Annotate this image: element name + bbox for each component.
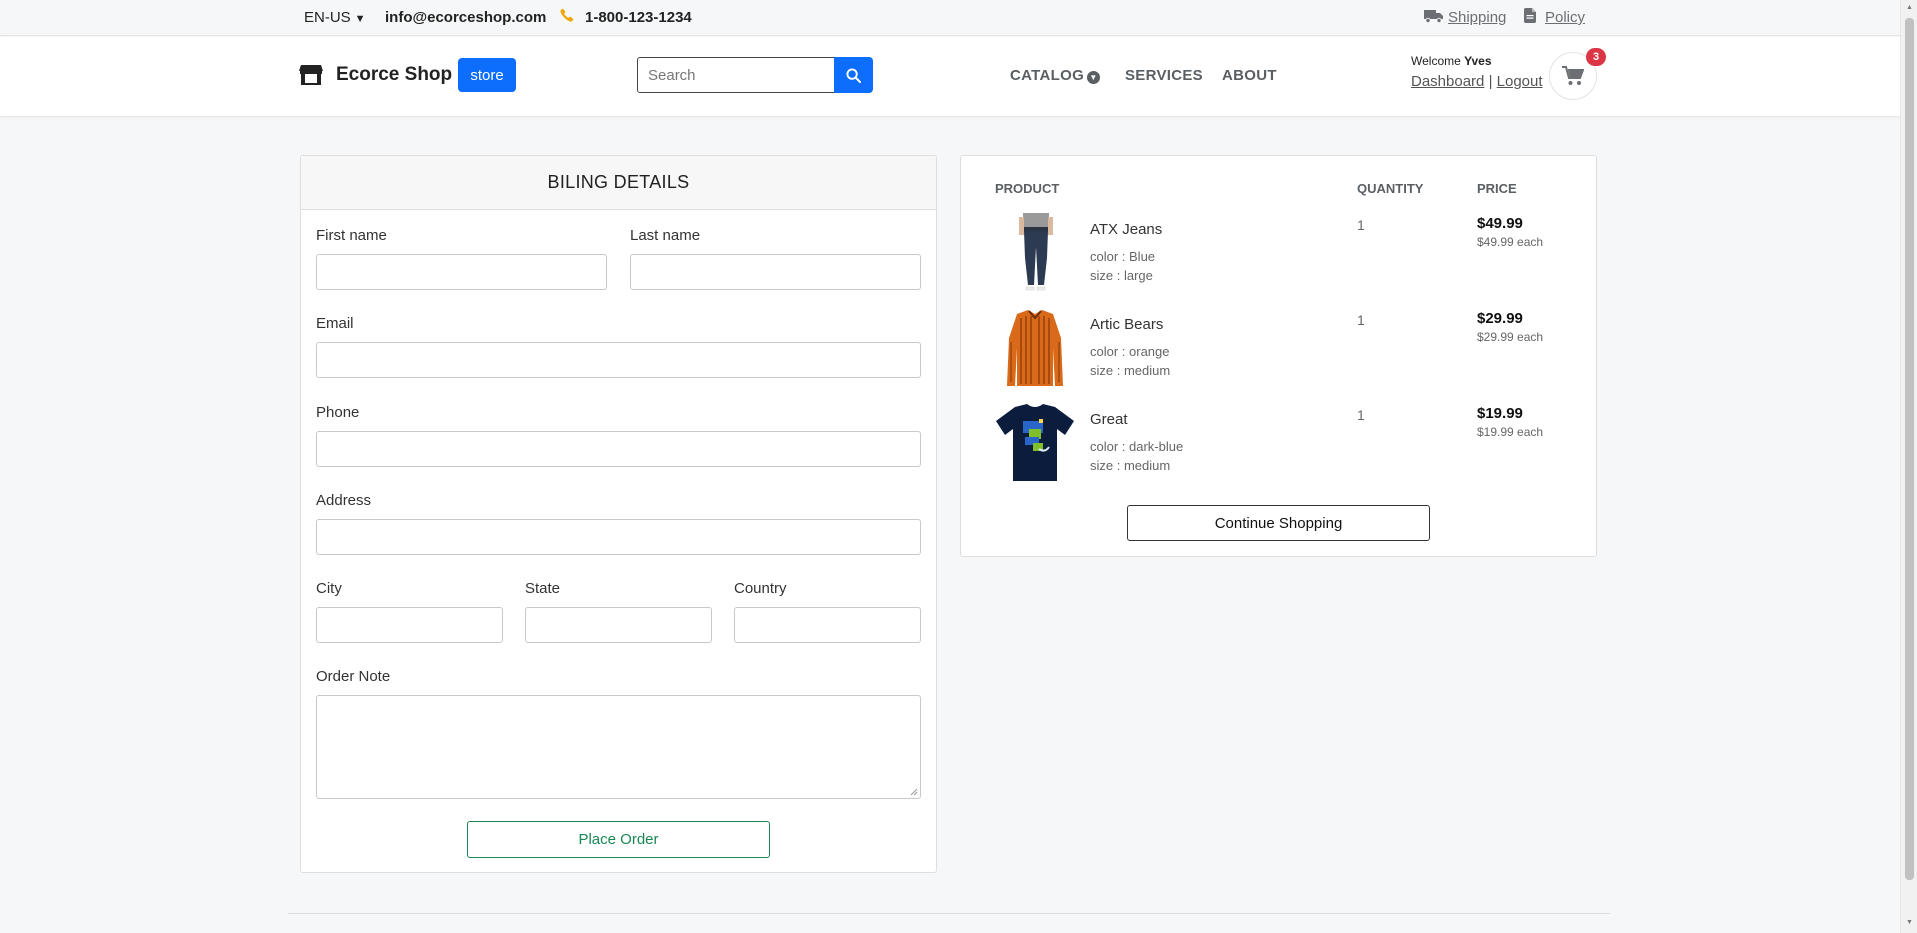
phone-label: Phone	[316, 404, 360, 421]
last-name-label: Last name	[630, 227, 701, 244]
product-image-orange-shirt[interactable]	[995, 308, 1075, 388]
user-links: Dashboard | Logout	[1411, 73, 1543, 90]
product-unit-price: $19.99 each	[1477, 425, 1544, 439]
last-name-input[interactable]	[630, 254, 921, 290]
country-input[interactable]	[734, 607, 921, 643]
state-label: State	[525, 580, 561, 597]
order-summary-card: PRODUCT QUANTITY PRICE ATX Jeans color :…	[960, 155, 1597, 557]
cart-item: Great color : dark-blue size : medium 1 …	[995, 403, 1575, 493]
product-name[interactable]: ATX Jeans	[1090, 221, 1162, 238]
resize-handle-icon[interactable]	[910, 788, 918, 796]
scrollbar-thumb[interactable]	[1905, 18, 1914, 880]
product-column-header: PRODUCT	[995, 181, 1060, 196]
product-quantity: 1	[1357, 312, 1365, 328]
welcome-text: Welcome Yves	[1411, 54, 1492, 68]
price-column-header: PRICE	[1477, 181, 1517, 196]
product-price: $19.99	[1477, 405, 1523, 422]
welcome-prefix: Welcome	[1411, 54, 1461, 68]
shipping-link[interactable]: Shipping	[1448, 9, 1506, 26]
policy-link[interactable]: Policy	[1545, 9, 1585, 26]
brand-name[interactable]: Ecorce Shop	[336, 64, 452, 86]
top-bar: EN-US ▼ info@ecorceshop.com 1-800-123-123…	[0, 0, 1900, 36]
product-image-jeans[interactable]	[995, 213, 1075, 293]
product-size: size : large	[1090, 268, 1153, 283]
product-name[interactable]: Great	[1090, 411, 1128, 428]
nav-catalog[interactable]: CATALOG ▼	[1010, 67, 1101, 84]
contact-email: info@ecorceshop.com	[385, 9, 547, 26]
product-quantity: 1	[1357, 217, 1365, 233]
scroll-up-arrow-icon[interactable]: ▲	[1905, 4, 1914, 14]
product-unit-price: $29.99 each	[1477, 330, 1544, 344]
store-button[interactable]: store	[458, 58, 516, 92]
logout-link[interactable]: Logout	[1497, 73, 1543, 90]
city-label: City	[316, 580, 342, 597]
city-input[interactable]	[316, 607, 503, 643]
first-name-label: First name	[316, 227, 387, 244]
email-input[interactable]	[316, 342, 921, 378]
nav-services[interactable]: SERVICES	[1125, 67, 1203, 84]
product-size: size : medium	[1090, 363, 1171, 378]
product-color: color : Blue	[1090, 249, 1156, 264]
cart-count-badge: 3	[1586, 48, 1606, 66]
order-note-label: Order Note	[316, 668, 391, 685]
product-color: color : orange	[1090, 344, 1170, 359]
shop-icon	[299, 64, 323, 86]
order-note-textarea[interactable]	[316, 695, 921, 799]
search-button[interactable]	[834, 57, 873, 93]
main-header: Ecorce Shop store CATALOG▼ SERVICES ABOU…	[0, 37, 1900, 117]
page-scrollbar[interactable]: ▲ ▼	[1900, 0, 1917, 933]
search-icon	[846, 67, 861, 83]
product-unit-price: $49.99 each	[1477, 235, 1544, 249]
product-price: $49.99	[1477, 215, 1523, 232]
billing-title: BILING DETAILS	[301, 156, 936, 210]
phone-icon	[560, 8, 574, 26]
state-input[interactable]	[525, 607, 712, 643]
address-input[interactable]	[316, 519, 921, 555]
search-input[interactable]	[637, 57, 835, 93]
footer-divider	[288, 913, 1610, 914]
address-label: Address	[316, 492, 372, 509]
language-selector[interactable]: EN-US ▼	[304, 9, 366, 26]
dashboard-link[interactable]: Dashboard	[1411, 73, 1484, 90]
billing-details-card: BILING DETAILS First name Last name Emai…	[300, 155, 937, 873]
language-label: EN-US	[304, 9, 351, 26]
nav-catalog-label: CATALOG	[1010, 67, 1085, 84]
cart-item: ATX Jeans color : Blue size : large 1 $4…	[995, 213, 1575, 303]
product-name[interactable]: Artic Bears	[1090, 316, 1163, 333]
contact-phone: 1-800-123-1234	[585, 9, 692, 26]
scroll-down-arrow-icon[interactable]: ▼	[1905, 919, 1914, 929]
chevron-down-icon: ▼	[354, 13, 366, 25]
cart-item: Artic Bears color : orange size : medium…	[995, 308, 1575, 398]
file-icon	[1524, 8, 1536, 23]
quantity-column-header: QUANTITY	[1357, 181, 1424, 196]
link-separator: |	[1488, 73, 1493, 90]
cart-icon	[1562, 66, 1584, 85]
place-order-button[interactable]: Place Order	[467, 821, 770, 858]
email-label: Email	[316, 315, 354, 332]
continue-shopping-button[interactable]: Continue Shopping	[1127, 505, 1430, 541]
phone-input[interactable]	[316, 431, 921, 467]
product-color: color : dark-blue	[1090, 439, 1184, 454]
truck-icon	[1424, 9, 1444, 24]
first-name-input[interactable]	[316, 254, 607, 290]
product-quantity: 1	[1357, 407, 1365, 423]
country-label: Country	[734, 580, 787, 597]
chevron-down-circle-icon: ▼	[1087, 71, 1101, 84]
product-image-dark-blue-tshirt[interactable]	[995, 403, 1075, 483]
product-size: size : medium	[1090, 458, 1171, 473]
nav-about[interactable]: ABOUT	[1222, 67, 1277, 84]
product-price: $29.99	[1477, 310, 1523, 327]
user-name: Yves	[1464, 54, 1492, 68]
